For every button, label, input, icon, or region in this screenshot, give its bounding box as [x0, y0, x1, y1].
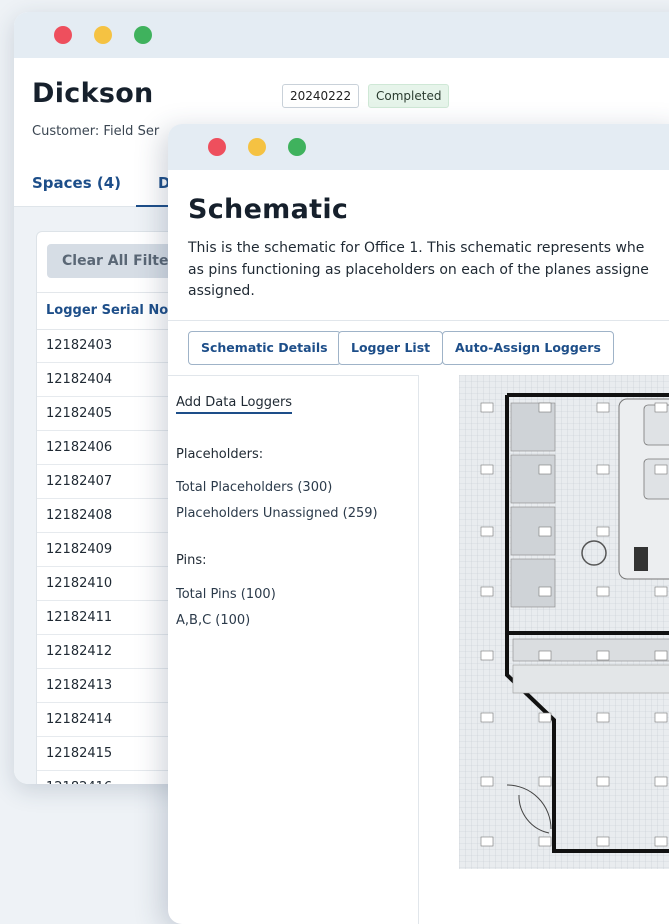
close-window-button[interactable] — [208, 138, 226, 156]
customer-label: Customer: Field Ser — [32, 124, 160, 139]
auto-assign-button[interactable]: Auto-Assign Loggers — [442, 331, 614, 365]
floor-plan[interactable] — [459, 375, 669, 869]
total-pins-item[interactable]: Total Pins (100) — [176, 587, 276, 602]
schematic-title: Schematic — [188, 194, 349, 225]
status-badge: Completed — [368, 84, 450, 108]
serial-cell: 12182410 — [46, 576, 113, 591]
schematic-toolbar: Schematic Details Logger List Auto-Assig… — [168, 320, 669, 376]
pins-abc-item[interactable]: A,B,C (100) — [176, 613, 250, 628]
serial-cell: 12182406 — [46, 440, 113, 455]
window-titlebar — [14, 12, 669, 58]
page-title: Dickson — [32, 78, 154, 109]
serial-cell: 12182414 — [46, 712, 113, 727]
maximize-window-button[interactable] — [288, 138, 306, 156]
serial-cell: 12182413 — [46, 678, 113, 693]
serial-cell: 12182412 — [46, 644, 113, 659]
serial-badge: 20240222 — [282, 84, 360, 108]
total-placeholders-item[interactable]: Total Placeholders (300) — [176, 480, 332, 495]
serial-cell: 12182411 — [46, 610, 113, 625]
serial-cell: 12182404 — [46, 372, 113, 387]
add-data-loggers-link[interactable]: Add Data Loggers — [176, 395, 293, 414]
placeholders-heading: Placeholders: — [176, 447, 264, 462]
minimize-window-button[interactable] — [94, 26, 112, 44]
placeholders-unassigned-item[interactable]: Placeholders Unassigned (259) — [176, 506, 378, 521]
serial-cell: 12182415 — [46, 746, 113, 761]
schematic-sidebar: Add Data Loggers Placeholders: Total Pla… — [168, 375, 419, 924]
schematic-canvas[interactable] — [419, 375, 669, 924]
pins-heading: Pins: — [176, 553, 207, 568]
schematic-window: Schematic This is the schematic for Offi… — [168, 124, 669, 924]
serial-cell: 12182408 — [46, 508, 113, 523]
serial-cell: 12182407 — [46, 474, 113, 489]
serial-cell: 12182403 — [46, 338, 113, 353]
serial-cell: 12182416 — [46, 780, 112, 784]
schematic-description: This is the schematic for Office 1. This… — [188, 240, 649, 299]
window-titlebar — [168, 124, 669, 170]
schematic-details-button[interactable]: Schematic Details — [188, 331, 341, 365]
column-header-serial[interactable]: Logger Serial No. — [46, 303, 173, 318]
logger-list-button[interactable]: Logger List — [338, 331, 444, 365]
serial-cell: 12182409 — [46, 542, 113, 557]
maximize-window-button[interactable] — [134, 26, 152, 44]
serial-cell: 12182405 — [46, 406, 113, 421]
tab-spaces[interactable]: Spaces (4) — [32, 174, 121, 192]
minimize-window-button[interactable] — [248, 138, 266, 156]
close-window-button[interactable] — [54, 26, 72, 44]
